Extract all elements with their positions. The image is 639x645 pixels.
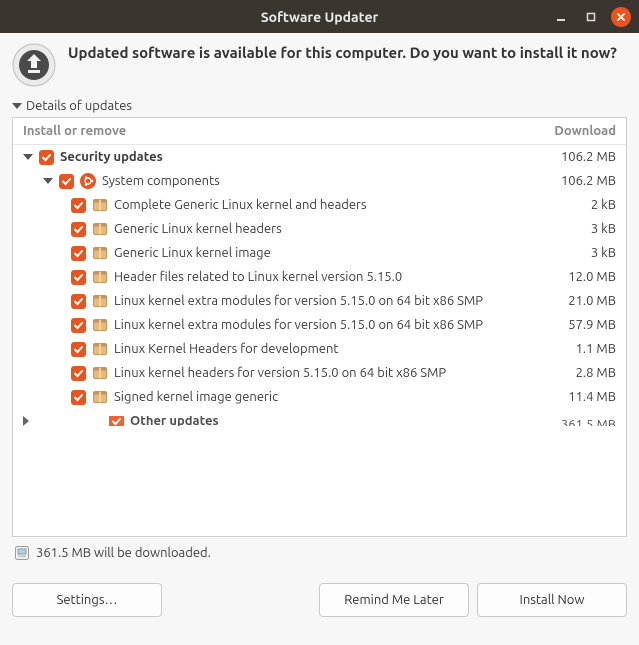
- package-icon: [92, 293, 108, 309]
- package-icon: [92, 389, 108, 405]
- window-buttons: [551, 7, 631, 27]
- ubuntu-logo-icon: [80, 173, 96, 189]
- chevron-down-icon: [12, 103, 22, 109]
- security-updates-label: Security updates: [60, 148, 163, 166]
- package-label: Linux kernel extra modules for version 5…: [114, 292, 483, 310]
- list-header: Install or remove Download: [13, 118, 626, 145]
- package-row[interactable]: Linux kernel extra modules for version 5…: [13, 313, 626, 337]
- checkbox[interactable]: [109, 416, 124, 426]
- column-download[interactable]: Download: [536, 124, 616, 138]
- app-icon: [12, 43, 56, 87]
- package-icon: [92, 197, 108, 213]
- package-row[interactable]: Signed kernel image generic 11.4 MB: [13, 385, 626, 409]
- checkbox[interactable]: [71, 318, 86, 333]
- action-buttons: Settings… Remind Me Later Install Now: [12, 583, 627, 617]
- package-row[interactable]: Header files related to Linux kernel ver…: [13, 265, 626, 289]
- other-updates-label: Other updates: [130, 416, 219, 426]
- system-components-label: System components: [102, 172, 220, 190]
- package-row[interactable]: Linux kernel extra modules for version 5…: [13, 289, 626, 313]
- row-security-updates[interactable]: Security updates 106.2 MB: [13, 145, 626, 169]
- checkbox[interactable]: [39, 150, 54, 165]
- package-size: 2.8 MB: [536, 364, 616, 382]
- package-size: 11.4 MB: [536, 388, 616, 406]
- checkbox[interactable]: [71, 198, 86, 213]
- titlebar: Software Updater: [0, 0, 639, 33]
- package-label: Generic Linux kernel headers: [114, 220, 282, 238]
- package-label: Linux Kernel Headers for development: [114, 340, 339, 358]
- checkbox[interactable]: [59, 174, 74, 189]
- updates-list: Install or remove Download Security upda…: [12, 117, 627, 537]
- checkbox[interactable]: [71, 390, 86, 405]
- details-expander[interactable]: Details of updates: [12, 97, 627, 117]
- download-text: 361.5 MB will be downloaded.: [36, 546, 211, 560]
- other-updates-size: 361.5 MB: [536, 416, 616, 426]
- software-updater-icon: [12, 43, 56, 87]
- checkbox[interactable]: [71, 294, 86, 309]
- package-row[interactable]: Linux kernel headers for version 5.15.0 …: [13, 361, 626, 385]
- minimize-icon: [555, 11, 567, 23]
- package-size: 12.0 MB: [536, 268, 616, 286]
- package-size: 3 kB: [536, 244, 616, 262]
- package-label: Header files related to Linux kernel ver…: [114, 268, 402, 286]
- heading-text: Updated software is available for this c…: [68, 43, 617, 63]
- package-label: Generic Linux kernel image: [114, 244, 271, 262]
- header: Updated software is available for this c…: [12, 43, 627, 87]
- chevron-down-icon: [23, 154, 33, 160]
- system-components-size: 106.2 MB: [536, 172, 616, 190]
- chevron-right-icon: [23, 416, 103, 426]
- download-summary: 361.5 MB will be downloaded.: [12, 537, 627, 563]
- checkbox[interactable]: [71, 270, 86, 285]
- package-icon: [92, 269, 108, 285]
- package-label: Complete Generic Linux kernel and header…: [114, 196, 367, 214]
- package-size: 21.0 MB: [536, 292, 616, 310]
- package-size: 1.1 MB: [536, 340, 616, 358]
- close-button[interactable]: [611, 7, 631, 27]
- checkbox[interactable]: [71, 342, 86, 357]
- package-size: 2 kB: [536, 196, 616, 214]
- maximize-button[interactable]: [581, 7, 601, 27]
- package-row[interactable]: Linux Kernel Headers for development 1.1 …: [13, 337, 626, 361]
- close-icon: [615, 11, 627, 23]
- checkbox[interactable]: [71, 246, 86, 261]
- security-updates-size: 106.2 MB: [536, 148, 616, 166]
- minimize-button[interactable]: [551, 7, 571, 27]
- remind-later-button[interactable]: Remind Me Later: [319, 583, 469, 617]
- checkbox[interactable]: [71, 222, 86, 237]
- package-label: Signed kernel image generic: [114, 388, 278, 406]
- column-install[interactable]: Install or remove: [23, 124, 536, 138]
- maximize-icon: [585, 11, 597, 23]
- package-icon: [92, 341, 108, 357]
- row-other-updates[interactable]: Other updates 361.5 MB: [13, 413, 626, 429]
- package-size: 3 kB: [536, 220, 616, 238]
- package-icon: [92, 317, 108, 333]
- disk-icon: [14, 545, 30, 561]
- chevron-down-icon: [43, 178, 53, 184]
- package-icon: [92, 245, 108, 261]
- install-now-button[interactable]: Install Now: [477, 583, 627, 617]
- details-label: Details of updates: [26, 99, 132, 113]
- settings-button[interactable]: Settings…: [12, 583, 162, 617]
- package-row[interactable]: Complete Generic Linux kernel and header…: [13, 193, 626, 217]
- package-icon: [92, 221, 108, 237]
- list-body[interactable]: Security updates 106.2 MB: [13, 145, 626, 533]
- row-system-components[interactable]: System components 106.2 MB: [13, 169, 626, 193]
- package-row[interactable]: Generic Linux kernel headers 3 kB: [13, 217, 626, 241]
- package-icon: [92, 365, 108, 381]
- package-size: 57.9 MB: [536, 316, 616, 334]
- package-label: Linux kernel headers for version 5.15.0 …: [114, 364, 446, 382]
- checkbox[interactable]: [71, 366, 86, 381]
- package-row[interactable]: Generic Linux kernel image 3 kB: [13, 241, 626, 265]
- package-label: Linux kernel extra modules for version 5…: [114, 316, 483, 334]
- window-title: Software Updater: [0, 9, 639, 25]
